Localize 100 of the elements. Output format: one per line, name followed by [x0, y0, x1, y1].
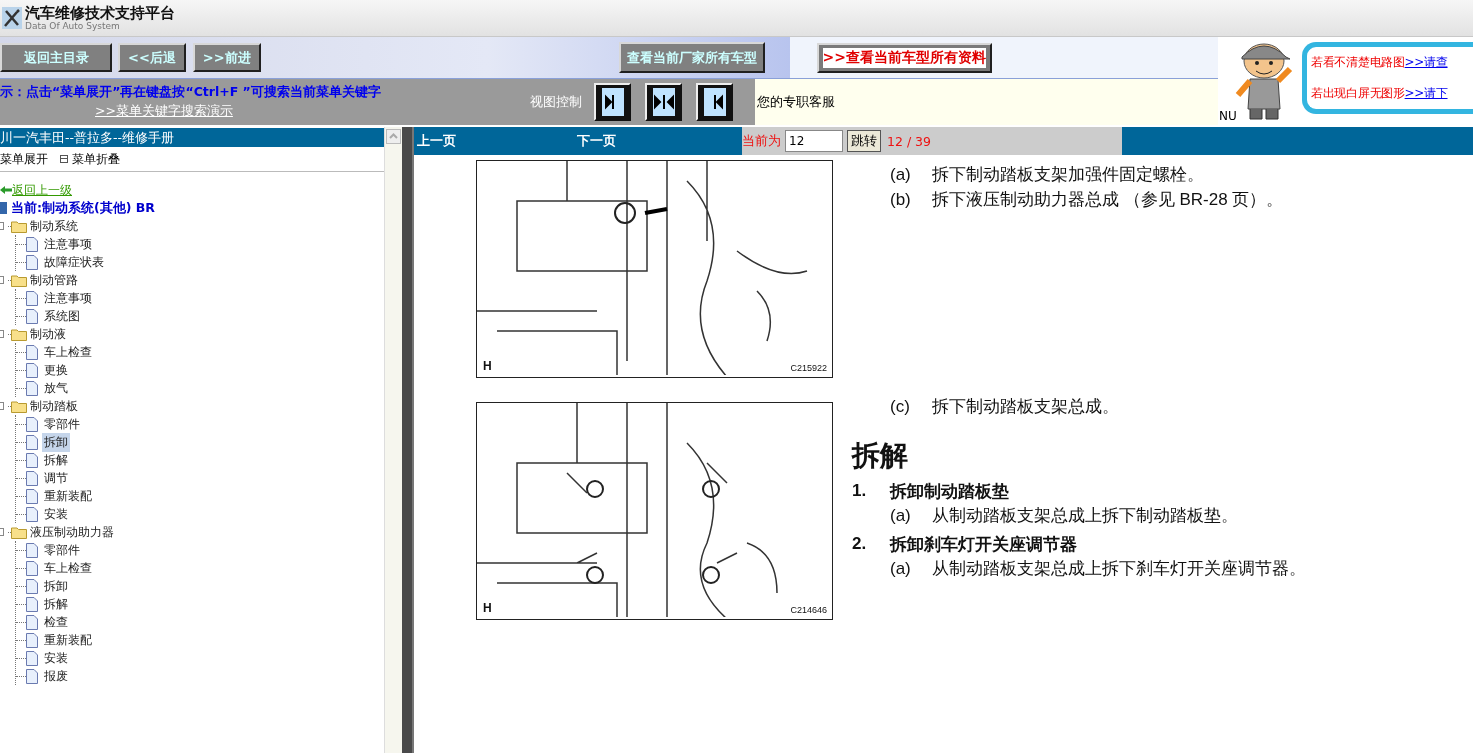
current-page-label: 当前为: [742, 132, 781, 150]
tree-item[interactable]: 零部件: [42, 414, 82, 434]
tree-item[interactable]: 车上检查: [42, 558, 94, 578]
jump-button[interactable]: 跳转: [847, 130, 881, 152]
wrench-screwdriver-icon: [2, 7, 22, 29]
collapse-icon: [60, 155, 68, 163]
arrow-left-icon: [0, 185, 12, 195]
service-text: 您的专职客服: [756, 93, 835, 111]
folder-icon: [11, 327, 28, 341]
hint-text: 示：点击“菜单展开”再在键盘按“Ctrl+F ”可搜索当前菜单关键字: [0, 84, 382, 101]
page-icon: [26, 416, 38, 432]
folder-icon: [11, 525, 28, 539]
step-text: 从制动踏板支架总成上拆下刹车灯开关座调节器。: [932, 558, 1306, 580]
tree-item[interactable]: 更换: [42, 360, 70, 380]
section-title: 拆卸制动踏板垫: [890, 480, 1009, 503]
scrollbar[interactable]: [384, 127, 402, 753]
page-icon: [26, 308, 38, 324]
section-heading: 拆解: [852, 439, 909, 473]
page-icon: [26, 236, 38, 252]
folder-icon: [11, 219, 28, 233]
folder-icon: [11, 399, 28, 413]
view-button[interactable]: [645, 83, 682, 121]
page-icon: [26, 668, 38, 684]
notice-link[interactable]: >>请下: [1404, 86, 1448, 100]
tree-item[interactable]: 拆卸: [42, 432, 70, 452]
page-icon: [26, 254, 38, 270]
section-title: 拆卸刹车灯开关座调节器: [890, 533, 1077, 556]
tree-item[interactable]: 故障症状表: [42, 252, 106, 272]
page-icon: [26, 488, 38, 504]
nav-button[interactable]: 返回主目录: [0, 43, 112, 72]
tree-folder[interactable]: 制动系统: [28, 216, 80, 236]
tree-item[interactable]: 车上检查: [42, 342, 94, 362]
step-text: 拆下液压制动助力器总成 （参见 BR-28 页）。: [932, 189, 1284, 211]
tree-item[interactable]: 放气: [42, 378, 70, 398]
app-subtitle: Data Of Auto System: [25, 21, 121, 31]
expand-menu-link[interactable]: 菜单展开: [0, 150, 48, 168]
tree-folder[interactable]: 制动踏板: [28, 396, 80, 416]
tree-item[interactable]: 重新装配: [42, 486, 94, 506]
tree-item[interactable]: 零部件: [42, 540, 82, 560]
figure-code: C215922: [790, 363, 827, 373]
page-icon: [26, 650, 38, 666]
page-icon: [26, 470, 38, 486]
page-icon: [26, 380, 38, 396]
all-models-button[interactable]: 查看当前厂家所有车型: [618, 42, 765, 73]
view-control-label: 视图控制: [530, 93, 583, 111]
tree-item[interactable]: 系统图: [42, 306, 82, 326]
page-icon: [26, 362, 38, 378]
page-icon: [26, 506, 38, 522]
page-count: 12 / 39: [887, 133, 931, 149]
figure-corner-label: H: [483, 359, 492, 373]
notice-link[interactable]: >>请查: [1404, 55, 1448, 69]
view-button[interactable]: [594, 83, 631, 121]
view-button[interactable]: [696, 83, 733, 121]
tree-item[interactable]: 检查: [42, 612, 70, 632]
page-icon: [26, 434, 38, 450]
tree-item[interactable]: 拆卸: [42, 576, 70, 596]
page-icon: [26, 290, 38, 306]
page-icon: [26, 614, 38, 630]
page-icon: [26, 452, 38, 468]
next-page-link[interactable]: 下一页: [577, 132, 616, 150]
tree-folder[interactable]: 液压制动助力器: [28, 522, 116, 542]
tree-item[interactable]: 报废: [42, 666, 70, 686]
tree-item[interactable]: 注意事项: [42, 288, 94, 308]
figure-corner-label: H: [483, 601, 492, 615]
tree-item[interactable]: 拆解: [42, 450, 70, 470]
tree-item[interactable]: 安装: [42, 504, 70, 524]
notice-text: 若看不清楚电路图: [1311, 55, 1405, 69]
tree-item[interactable]: 注意事项: [42, 234, 94, 254]
figure-code: C214646: [790, 605, 827, 615]
step-marker: (a): [890, 505, 912, 526]
tree-item[interactable]: 安装: [42, 648, 70, 668]
step-marker: (b): [890, 189, 912, 210]
back-link[interactable]: 返回上一级: [12, 181, 72, 199]
step-text: 拆下制动踏板支架加强件固定螺栓。: [932, 164, 1204, 186]
arrow-right-icon: [601, 88, 624, 116]
model-documents-button[interactable]: >>查看当前车型所有资料: [816, 42, 993, 73]
step-text: 从制动踏板支架总成上拆下制动踏板垫。: [932, 505, 1238, 527]
arrows-inward-icon: [652, 88, 675, 116]
manual-title: 川一汽丰田--普拉多--维修手册: [0, 128, 385, 147]
tree-folder[interactable]: 制动液: [28, 324, 68, 344]
tree-item[interactable]: 重新装配: [42, 630, 94, 650]
page-input[interactable]: 12: [785, 130, 843, 152]
previous-page-link[interactable]: 上一页: [417, 132, 456, 150]
nav-button[interactable]: <<后退: [118, 43, 186, 72]
tree-folder[interactable]: 制动管路: [28, 270, 80, 290]
page-icon: [26, 632, 38, 648]
section-number: 2.: [852, 534, 868, 554]
page-icon: [26, 344, 38, 360]
tree-item[interactable]: 调节: [42, 468, 70, 488]
collapse-menu-link[interactable]: 菜单折叠: [72, 150, 120, 168]
scroll-up-icon[interactable]: [386, 129, 402, 144]
page-icon: [26, 578, 38, 594]
folder-icon: [11, 273, 28, 287]
step-text: 拆下制动踏板支架总成。: [932, 396, 1119, 418]
current-section: 当前:制动系统(其他) BR: [11, 199, 155, 217]
step-marker: (a): [890, 164, 912, 185]
arrow-left-icon: [703, 88, 726, 116]
nav-button[interactable]: >>前进: [192, 43, 261, 72]
nu-text: NU: [1219, 109, 1237, 123]
tree-item[interactable]: 拆解: [42, 594, 70, 614]
